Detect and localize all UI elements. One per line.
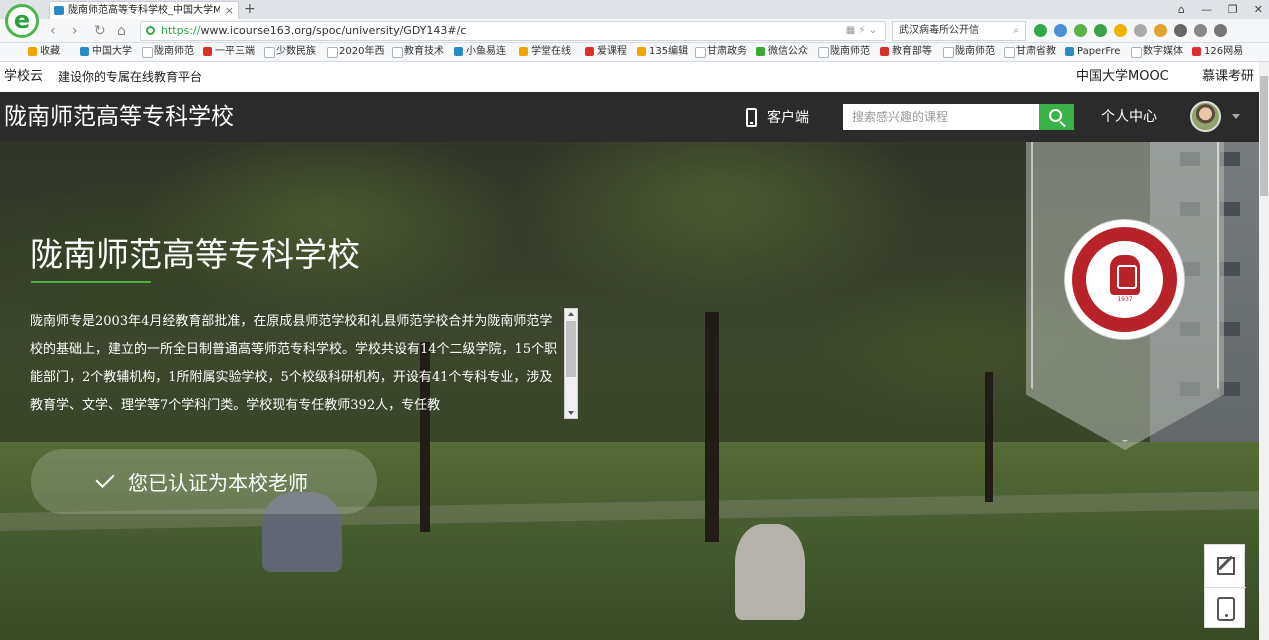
bell-icon [1110,255,1140,295]
mobile-app-button[interactable] [1205,587,1246,629]
extension-icon[interactable] [1094,24,1107,37]
reload-icon[interactable]: ↻ [94,22,106,40]
bookmark-item[interactable]: 一平三端 [203,43,255,61]
extension-icon[interactable] [1174,24,1187,37]
extension-icons [1034,24,1227,37]
tab-title: 陇南师范高等专科学校_中国大学MOOC [68,5,220,16]
site-navbar: 陇南师范高等专科学校 客户端 个人中心 [0,92,1259,142]
browser-search-input[interactable]: 武汉病毒所公开信 ⌕ [892,21,1026,41]
edit-icon [1216,557,1235,575]
school-seal-logo: 1937 [1065,220,1184,339]
link-kaoyan[interactable]: 慕课考研 [1202,62,1254,92]
bookmark-item[interactable]: 中国大学 [80,43,132,61]
page-scroll-thumb[interactable] [1260,76,1268,196]
search-icon [1048,109,1062,122]
bookmark-item[interactable]: 陇南师范 [818,43,870,61]
extension-icon[interactable] [1134,24,1147,37]
course-search-input[interactable] [843,104,1039,130]
new-tab-button[interactable]: + [244,0,256,19]
certified-label: 您已认证为本校老师 [128,471,308,495]
bookmark-item[interactable]: 135编辑 [637,43,688,61]
forward-icon[interactable]: › [72,22,78,40]
title-underline [31,281,151,283]
seal-emblem: 1937 [1100,253,1150,305]
bookmark-item[interactable]: 爱课程 [585,43,627,61]
link-mooc[interactable]: 中国大学MOOC [1076,62,1169,92]
scroll-thumb[interactable] [566,321,576,377]
extension-icon[interactable] [1054,24,1067,37]
certified-teacher-button[interactable]: 您已认证为本校老师 [31,449,377,514]
extension-icon[interactable] [1214,24,1227,37]
client-label: 客户端 [767,110,809,126]
window-controls: ⌂ — ❐ ✕ [1178,0,1263,19]
phone-icon [746,107,757,127]
tablet-icon [1216,596,1235,621]
close-window-icon[interactable]: ✕ [1254,0,1263,19]
feedback-button[interactable] [1205,545,1246,587]
bookmark-item[interactable]: 教育技术 [392,43,444,61]
page-scrollbar[interactable] [1259,62,1269,640]
address-bar-row: ‹ › ↻ ⌂ https://www.icourse163.org/spoc/… [0,19,1269,43]
extension-icon[interactable] [1114,24,1127,37]
restore-icon[interactable]: ❐ [1228,0,1238,19]
extension-icon[interactable] [1074,24,1087,37]
bookmark-item[interactable]: 2020年西 [327,43,384,61]
site-favicon-icon [54,6,64,15]
check-icon [95,468,115,489]
bookmark-item[interactable]: 微信公众 [756,43,808,61]
chevron-down-icon[interactable] [1232,114,1240,119]
url-text: www.icourse163.org/spoc/university/GDY14… [200,24,467,37]
site-top-strip: 学校云 建设你的专属在线教育平台 中国大学MOOC 慕课考研 [0,62,1269,92]
extension-icon[interactable] [1194,24,1207,37]
bookmark-item[interactable]: 收藏 [28,43,60,61]
client-link[interactable]: 客户端 [746,106,809,128]
secure-icon [146,26,155,35]
bookmark-item[interactable]: 学堂在线 [519,43,571,61]
extension-icon[interactable] [1034,24,1047,37]
bookmarks-bar: 收藏 中国大学 陇南师范 一平三端 少数民族 2020年西 教育技术 小鱼易连 … [0,43,1269,62]
bookmark-item[interactable]: 小鱼易连 [454,43,506,61]
bookmark-item[interactable]: 数字媒体 [1131,43,1183,61]
browser-search-text: 武汉病毒所公开信 [899,25,979,36]
url-scheme: https:// [161,24,201,37]
url-input[interactable]: https://www.icourse163.org/spoc/universi… [140,21,886,41]
minimize-icon[interactable]: — [1201,0,1212,19]
bookmark-item[interactable]: 126网易 [1192,43,1243,61]
bookmark-item[interactable]: PaperFre [1065,43,1120,61]
skin-icon[interactable]: ⌂ [1178,0,1185,19]
home-icon[interactable]: ⌂ [117,22,126,40]
browser-logo-icon[interactable]: e [5,4,39,38]
browser-tab-active[interactable]: 陇南师范高等专科学校_中国大学MOOC × [49,1,239,19]
hero-title: 陇南师范高等专科学校 [30,235,360,274]
avatar[interactable] [1190,101,1221,132]
scroll-down-icon[interactable] [568,411,574,415]
school-description-box[interactable]: 陇南师专是2003年4月经教育部批准，在原成县师范学校和礼县师范学校合并为陇南师… [30,308,578,419]
bookmark-item[interactable]: 教育部等 [880,43,932,61]
bookmark-item[interactable]: 甘肃省教 [1004,43,1056,61]
description-scrollbar[interactable] [564,308,578,419]
tab-close-icon[interactable]: × [225,2,234,19]
browser-tab-bar: 陇南师范高等专科学校_中国大学MOOC × + ⌂ — ❐ ✕ [0,0,1269,19]
bookmark-item[interactable]: 甘肃政务 [695,43,747,61]
course-search-button[interactable] [1039,104,1074,130]
platform-brand[interactable]: 学校云 [4,62,43,92]
nav-school-name[interactable]: 陇南师范高等专科学校 [4,92,234,142]
bookmark-item[interactable]: 陇南师范 [943,43,995,61]
platform-tagline: 建设你的专属在线教育平台 [58,70,203,84]
hero-banner: 1937 陇南师范高等专科学校 陇南师专是2003年4月经教育部批准，在原成县师… [0,142,1259,640]
extension-icon[interactable] [1154,24,1167,37]
seal-year: 1937 [1117,296,1133,303]
scroll-up-icon[interactable] [568,312,574,316]
floating-toolbar [1204,544,1246,629]
personal-center-link[interactable]: 个人中心 [1101,92,1157,142]
url-tools-icon[interactable]: ▦ ⚡ ⌄ [846,22,877,40]
school-description: 陇南师专是2003年4月经教育部批准，在原成县师范学校和礼县师范学校合并为陇南师… [30,314,558,413]
back-icon[interactable]: ‹ [50,22,56,40]
bookmark-item[interactable]: 少数民族 [264,43,316,61]
browser-search-icon[interactable]: ⌕ [1013,22,1019,40]
bookmark-item[interactable]: 陇南师范 [142,43,194,61]
